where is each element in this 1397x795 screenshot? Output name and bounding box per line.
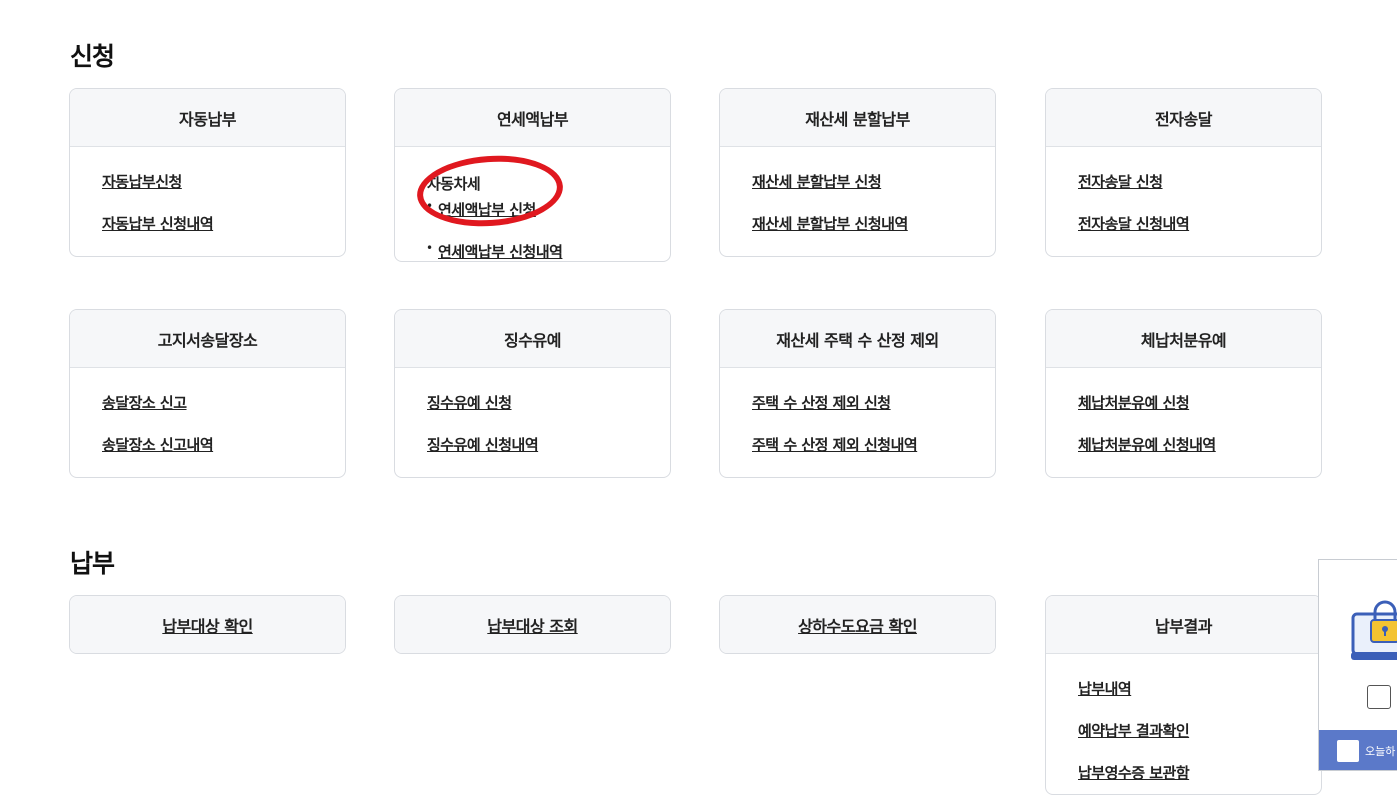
card-delivery-place: 고지서송달장소 송달장소 신고 송달장소 신고내역: [69, 309, 346, 478]
subtitle-vehicle-tax: 자동차세: [427, 175, 481, 193]
link-exclusion-history[interactable]: 주택 수 산정 제외 신청내역: [752, 434, 963, 455]
dont-show-today-label: 오늘하: [1365, 745, 1396, 758]
card-title: 납부결과: [1046, 596, 1321, 654]
popup-checkbox[interactable]: [1367, 685, 1391, 709]
link-installment-apply[interactable]: 재산세 분할납부 신청: [752, 171, 963, 192]
lock-laptop-icon: [1351, 600, 1397, 666]
card-title: 재산세 분할납부: [720, 89, 995, 147]
card-annual-payment: 연세액납부 자동차세 연세액납부 신청 연세액납부 신청내역: [394, 88, 671, 262]
link-disposition-deferral-history[interactable]: 체납처분유예 신청내역: [1078, 434, 1289, 455]
card-title: 고지서송달장소: [70, 310, 345, 368]
link-payment-target-search[interactable]: 납부대상 조회: [487, 613, 578, 637]
link-auto-payment-history[interactable]: 자동납부 신청내역: [102, 213, 313, 234]
list-item: 연세액납부 신청내역: [426, 241, 638, 261]
card-payment-target-check: 납부대상 확인: [69, 595, 346, 654]
link-payment-history[interactable]: 납부내역: [1078, 678, 1289, 699]
link-deferral-history[interactable]: 징수유예 신청내역: [427, 434, 638, 455]
list-item: 연세액납부 신청: [426, 199, 638, 220]
link-reserved-payment-result[interactable]: 예약납부 결과확인: [1078, 720, 1289, 741]
card-payment-target-search: 납부대상 조회: [394, 595, 671, 654]
link-delivery-place-history[interactable]: 송달장소 신고내역: [102, 434, 313, 455]
card-disposition-deferral: 체납처분유예 체납처분유예 신청 체납처분유예 신청내역: [1045, 309, 1322, 478]
popup-bottom-bar: 오늘하: [1319, 730, 1397, 770]
link-auto-payment-apply[interactable]: 자동납부신청: [102, 171, 313, 192]
link-annual-payment-history[interactable]: 연세액납부 신청내역: [438, 241, 638, 261]
card-electronic-delivery: 전자송달 전자송달 신청 전자송달 신청내역: [1045, 88, 1322, 257]
dont-show-today-checkbox[interactable]: [1337, 740, 1359, 762]
link-installment-history[interactable]: 재산세 분할납부 신청내역: [752, 213, 963, 234]
card-house-count-exclusion: 재산세 주택 수 산정 제외 주택 수 산정 제외 신청 주택 수 산정 제외 …: [719, 309, 996, 478]
bullet-list: 연세액납부 신청 연세액납부 신청내역: [426, 199, 638, 261]
link-annual-payment-apply[interactable]: 연세액납부 신청: [438, 199, 638, 220]
link-exclusion-apply[interactable]: 주택 수 산정 제외 신청: [752, 392, 963, 413]
link-payment-target-check[interactable]: 납부대상 확인: [162, 613, 253, 637]
link-electronic-delivery-apply[interactable]: 전자송달 신청: [1078, 171, 1289, 192]
card-title: 체납처분유예: [1046, 310, 1321, 368]
link-water-fee-check[interactable]: 상하수도요금 확인: [798, 613, 917, 637]
section-title-apply: 신청: [70, 42, 115, 71]
card-payment-result: 납부결과 납부내역 예약납부 결과확인 납부영수증 보관함: [1045, 595, 1322, 795]
card-auto-payment: 자동납부 자동납부신청 자동납부 신청내역: [69, 88, 346, 257]
card-title: 재산세 주택 수 산정 제외: [720, 310, 995, 368]
card-collection-deferral: 징수유예 징수유예 신청 징수유예 신청내역: [394, 309, 671, 478]
link-delivery-place-report[interactable]: 송달장소 신고: [102, 392, 313, 413]
link-deferral-apply[interactable]: 징수유예 신청: [427, 392, 638, 413]
section-title-pay: 납부: [70, 549, 115, 578]
card-title: 징수유예: [395, 310, 670, 368]
card-water-fee-check: 상하수도요금 확인: [719, 595, 996, 654]
card-title: 자동납부: [70, 89, 345, 147]
security-popup: 오늘하: [1318, 559, 1397, 771]
link-electronic-delivery-history[interactable]: 전자송달 신청내역: [1078, 213, 1289, 234]
card-title: 전자송달: [1046, 89, 1321, 147]
card-property-tax-installment: 재산세 분할납부 재산세 분할납부 신청 재산세 분할납부 신청내역: [719, 88, 996, 257]
link-receipt-box[interactable]: 납부영수증 보관함: [1078, 762, 1289, 783]
card-title: 연세액납부: [395, 89, 670, 147]
link-disposition-deferral-apply[interactable]: 체납처분유예 신청: [1078, 392, 1289, 413]
